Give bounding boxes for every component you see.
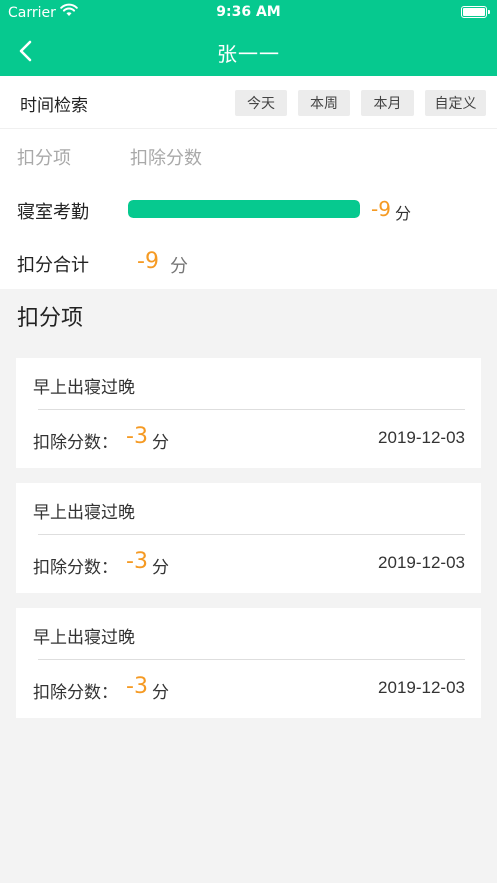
- filter-custom-button[interactable]: 自定义: [425, 90, 486, 116]
- category-progress-fill: [128, 200, 360, 218]
- record-title: 早上出寝过晚: [33, 628, 135, 648]
- status-time: 9:36 AM: [216, 4, 281, 20]
- category-unit: 分: [395, 204, 412, 223]
- record-score-unit: 分: [152, 558, 169, 578]
- category-label: 寝室考勤: [17, 202, 89, 223]
- column-header-item: 扣分项: [17, 148, 71, 169]
- time-filter-label: 时间检索: [20, 96, 88, 116]
- record-date: 2019-12-03: [378, 678, 465, 697]
- time-filter-row: 时间检索 今天 本周 本月 自定义: [0, 76, 497, 129]
- app-header: Carrier 9:36 AM 张一一: [0, 0, 497, 76]
- filter-week-button[interactable]: 本周: [298, 90, 350, 116]
- total-label: 扣分合计: [17, 255, 89, 276]
- record-date: 2019-12-03: [378, 428, 465, 447]
- record-title: 早上出寝过晚: [33, 503, 135, 523]
- status-bar: Carrier 9:36 AM: [0, 0, 497, 26]
- column-header-score: 扣除分数: [130, 148, 202, 169]
- battery-icon: [461, 6, 490, 18]
- record-score-unit: 分: [152, 433, 169, 453]
- record-score-label: 扣除分数：: [33, 558, 118, 578]
- total-unit: 分: [170, 256, 188, 277]
- category-progress-bar: [128, 200, 360, 218]
- category-value: -9: [371, 197, 391, 221]
- section-title: 扣分项: [17, 306, 84, 331]
- record-score-label: 扣除分数：: [33, 683, 118, 703]
- divider: [38, 659, 465, 660]
- record-score-value: -3: [126, 424, 148, 449]
- nav-bar: 张一一: [0, 26, 497, 76]
- total-value: -9: [137, 249, 159, 274]
- record-card[interactable]: 早上出寝过晚 扣除分数： -3 分 2019-12-03: [16, 483, 481, 593]
- page-title: 张一一: [217, 42, 280, 66]
- filter-today-button[interactable]: 今天: [235, 90, 287, 116]
- record-card[interactable]: 早上出寝过晚 扣除分数： -3 分 2019-12-03: [16, 608, 481, 718]
- record-date: 2019-12-03: [378, 553, 465, 572]
- record-card[interactable]: 早上出寝过晚 扣除分数： -3 分 2019-12-03: [16, 358, 481, 468]
- record-score-value: -3: [126, 674, 148, 699]
- divider: [38, 534, 465, 535]
- record-score-unit: 分: [152, 683, 169, 703]
- record-score-value: -3: [126, 549, 148, 574]
- divider: [38, 409, 465, 410]
- record-title: 早上出寝过晚: [33, 378, 135, 398]
- filter-month-button[interactable]: 本月: [361, 90, 414, 116]
- summary-panel: 扣分项 扣除分数 寝室考勤 -9 分 扣分合计 -9 分: [0, 129, 497, 289]
- record-score-label: 扣除分数：: [33, 433, 118, 453]
